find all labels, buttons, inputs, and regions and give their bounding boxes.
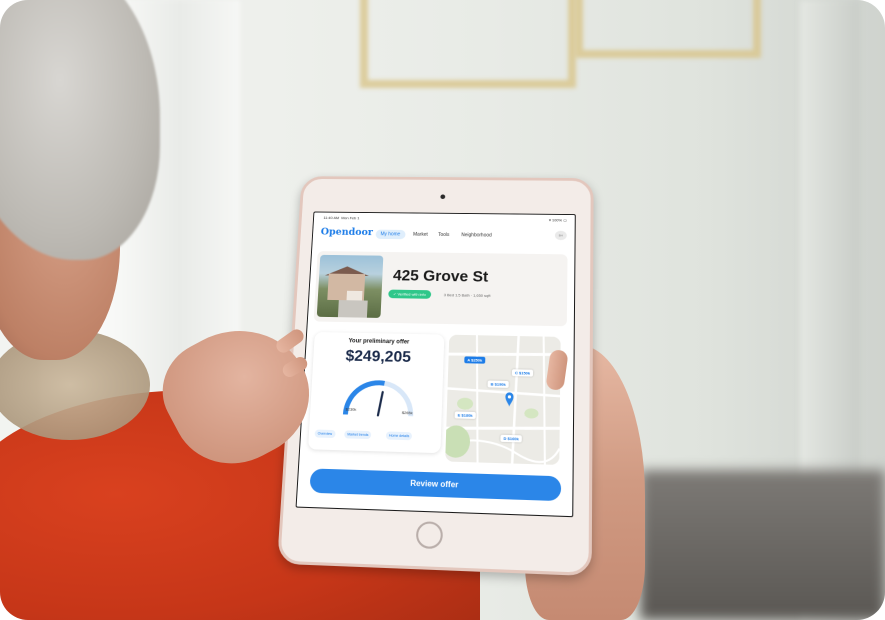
camera-icon (440, 194, 446, 200)
gauge-min-label: $230k (345, 406, 357, 412)
top-nav: Opendoor My home Market Tools Neighborho… (320, 224, 567, 245)
map-pin-e[interactable]: E $180k (454, 411, 476, 419)
property-card[interactable]: 425 Grove St ✓ Verified with info 3 Bed … (313, 251, 568, 327)
house-photo (316, 254, 384, 318)
status-time-text: 11:40 AM (323, 215, 340, 221)
gauge-needle (378, 392, 383, 416)
person-hair (0, 0, 160, 260)
map-pin-d[interactable]: D $160k (500, 434, 522, 443)
battery-icon: ▭ (563, 217, 567, 223)
tab-tools[interactable]: Tools (433, 230, 454, 240)
photo-scene: 11:40 AM Mon Feb 1 ▾ 100% ▭ Opendoor My … (0, 0, 885, 620)
wall-picture-frame (575, 0, 761, 58)
map-pin-b[interactable]: B $190k (487, 380, 509, 388)
avatar[interactable]: BH (554, 230, 567, 241)
map-canvas (445, 334, 561, 465)
house-driveway (337, 300, 368, 318)
offer-label: Your preliminary offer (348, 338, 410, 346)
status-time: 11:40 AM Mon Feb 1 (323, 215, 359, 220)
property-address: 425 Grove St (392, 267, 489, 286)
floor (640, 470, 885, 620)
offer-amount: $249,205 (345, 348, 412, 366)
opendoor-logo[interactable]: Opendoor (320, 227, 373, 238)
home-button[interactable] (415, 521, 444, 550)
map-pin-c[interactable]: C $150k (511, 369, 534, 377)
status-date-text: Mon Feb 1 (341, 215, 360, 221)
offer-chips: Overview Market trends Home details (314, 429, 436, 443)
house-garage (346, 290, 363, 301)
wifi-icon: ▾ (548, 217, 551, 223)
offer-card: Your preliminary offer $249,205 $230k $2… (307, 331, 445, 454)
chip-market-trends[interactable]: Market trends (344, 430, 372, 440)
tablet-wrapper: 11:40 AM Mon Feb 1 ▾ 100% ▭ Opendoor My … (277, 165, 594, 577)
map-pin-a[interactable]: A $250k (464, 356, 486, 364)
tab-my-home[interactable]: My home (375, 229, 406, 240)
battery-text: 100% (552, 217, 563, 223)
verified-badge: ✓ Verified with info (388, 289, 431, 299)
tab-neighborhood[interactable]: Neighborhood (456, 231, 496, 241)
chip-overview[interactable]: Overview (314, 429, 336, 439)
review-offer-button[interactable]: Review offer (309, 468, 562, 502)
status-right: ▾ 100% ▭ (549, 218, 567, 223)
tab-market[interactable]: Market (408, 230, 433, 240)
status-bar: 11:40 AM Mon Feb 1 ▾ 100% ▭ (314, 212, 575, 224)
comparables-map[interactable]: A $250k B $190k C $150k E $180k D $160k (445, 334, 561, 465)
property-specs: 3 Bed 1.5 Bath · 1,650 sqft (443, 292, 491, 298)
wall-picture-frame (360, 0, 576, 88)
tablet-screen: 11:40 AM Mon Feb 1 ▾ 100% ▭ Opendoor My … (295, 211, 576, 518)
chip-home-details[interactable]: Home details (385, 431, 413, 441)
gauge-max-label: $265k (401, 410, 413, 416)
verified-badge-label: Verified with info (397, 291, 426, 297)
